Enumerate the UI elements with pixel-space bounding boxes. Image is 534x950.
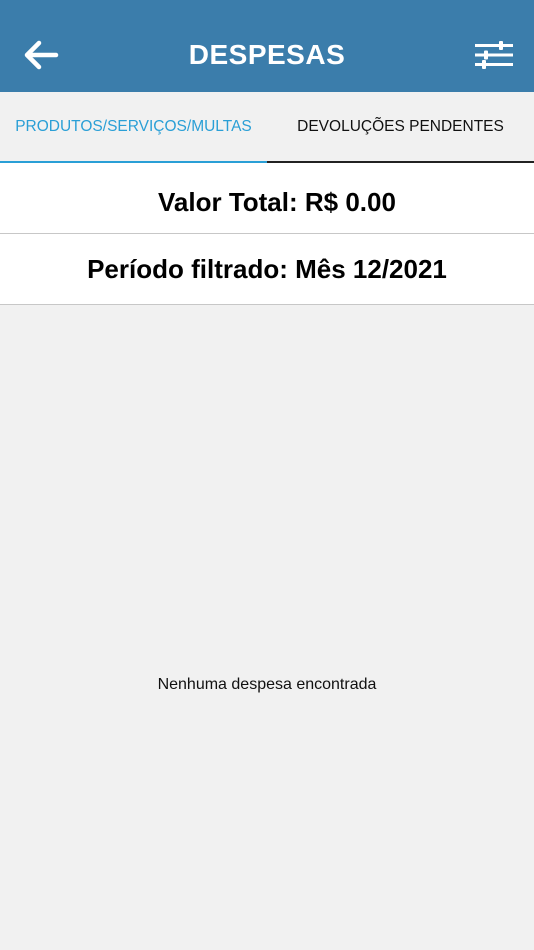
back-button[interactable] <box>20 34 62 76</box>
app-header: DESPESAS <box>0 0 534 92</box>
page-title: DESPESAS <box>188 39 346 70</box>
summary-panel: Valor Total: R$ 0.00 Período filtrado: M… <box>0 163 534 305</box>
tab-bar: PRODUTOS/SERVIÇOS/MULTAS DEVOLUÇÕES PEND… <box>0 92 534 163</box>
arrow-left-icon <box>24 40 59 70</box>
empty-state-message: Nenhuma despesa encontrada <box>157 676 377 693</box>
total-value: Valor Total: R$ 0.00 <box>0 163 534 234</box>
filter-button[interactable] <box>472 34 516 76</box>
tab-devolucoes-pendentes[interactable]: DEVOLUÇÕES PENDENTES <box>267 92 534 163</box>
tab-produtos-servicos-multas[interactable]: PRODUTOS/SERVIÇOS/MULTAS <box>0 92 267 163</box>
sliders-icon <box>475 41 513 69</box>
expense-list: Nenhuma despesa encontrada <box>0 306 534 950</box>
filtered-period: Período filtrado: Mês 12/2021 <box>0 234 534 305</box>
